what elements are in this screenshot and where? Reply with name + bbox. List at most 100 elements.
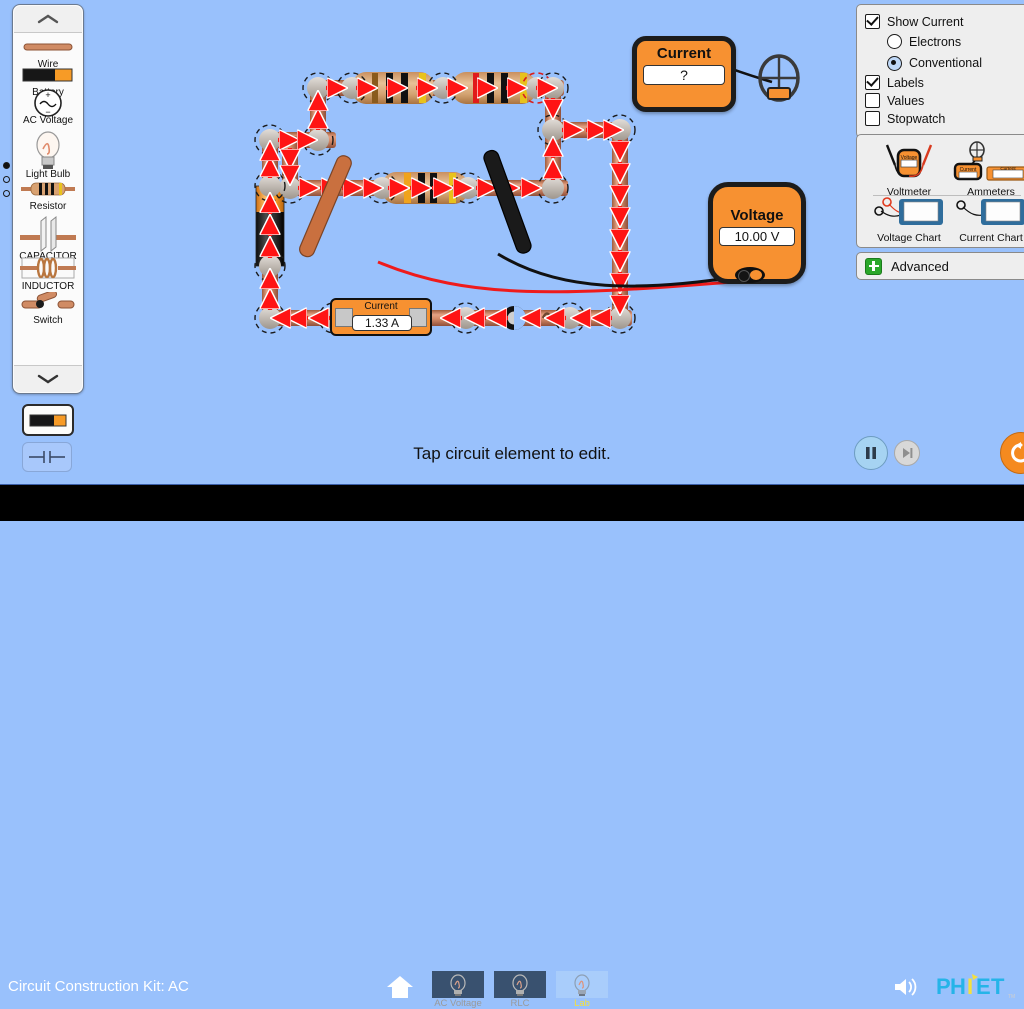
svg-text:Current: Current [960, 167, 977, 173]
noncontact-ammeter[interactable]: Current ? [632, 36, 736, 112]
toolbox-ammeters[interactable]: Current Current Ammeters [949, 141, 1024, 198]
reset-icon [1011, 442, 1024, 463]
toolbox-current-chart[interactable]: Current Chart [953, 197, 1024, 244]
show-current-checkbox-row[interactable]: Show Current [865, 14, 1024, 29]
current-chart-label: Current Chart [959, 232, 1023, 244]
resistor-top-right[interactable] [452, 72, 536, 104]
view-mode-toggle[interactable] [22, 404, 74, 478]
carousel-item-list: Wire Battery + − AC Voltage [13, 33, 83, 365]
home-button[interactable] [386, 975, 414, 1004]
carousel-up-button[interactable] [14, 6, 82, 33]
sound-toggle-button[interactable] [893, 977, 919, 1002]
battery-icon [13, 61, 83, 89]
series-ammeter[interactable]: Current 1.33 A [330, 298, 432, 336]
noncontact-ammeter-readout: ? [643, 65, 725, 85]
light-bulb-icon [432, 971, 484, 998]
voltage-chart-icon [874, 197, 943, 225]
advanced-accordion[interactable]: Advanced [856, 252, 1024, 280]
svg-text:TM: TM [1008, 994, 1015, 1000]
page-dot-3[interactable] [3, 190, 10, 197]
phet-logo[interactable]: P H I E T TM [936, 974, 1016, 1005]
voltmeter-probe-socket [735, 267, 765, 283]
chevron-down-icon [37, 374, 59, 384]
element-carousel[interactable]: Wire Battery + − AC Voltage [12, 4, 84, 394]
stopwatch-checkbox[interactable] [865, 111, 880, 126]
navigation-bar[interactable]: Circuit Construction Kit: AC AC Voltage … [0, 484, 1024, 1009]
screen-tab-label: Lab [574, 998, 590, 1009]
screen-tab-label: RLC [510, 998, 530, 1009]
voltmeter-black-probe[interactable] [482, 149, 743, 288]
conventional-radio-row[interactable]: Conventional [887, 54, 1024, 72]
labels-checkbox-row[interactable]: Labels [865, 75, 1024, 90]
lifelike-view-button[interactable] [22, 404, 74, 436]
values-checkbox[interactable] [865, 93, 880, 108]
noncontact-ammeter-title: Current [656, 45, 712, 62]
display-options-panel[interactable]: Show Current Electrons Conventional Labe… [856, 4, 1024, 138]
ac-voltage-icon: + − [13, 89, 83, 117]
sim-stage: Wire Battery + − AC Voltage [0, 0, 1024, 1009]
svg-text:H: H [950, 974, 966, 999]
toolbox-voltmeter[interactable]: Voltage Voltmeter [873, 141, 945, 198]
labels-label: Labels [887, 75, 924, 90]
screen-tab-label: AC Voltage [434, 998, 482, 1009]
svg-text:T: T [991, 974, 1005, 999]
screen-tab-lab[interactable]: Lab [556, 971, 608, 1009]
screen-tab-rlc[interactable]: RLC [494, 971, 546, 1009]
voltmeter-icon: Voltage [885, 144, 933, 178]
show-current-label: Show Current [887, 14, 964, 29]
pause-button[interactable] [854, 436, 888, 470]
values-label: Values [887, 93, 925, 108]
sim-title: Circuit Construction Kit: AC [8, 978, 189, 995]
electrons-label: Electrons [909, 34, 962, 49]
screen-tab-ac-voltage[interactable]: AC Voltage [432, 971, 484, 1009]
light-bulb-icon [494, 971, 546, 998]
svg-text:P: P [936, 974, 951, 999]
pause-icon [866, 447, 876, 459]
sensor-toolbox[interactable]: Voltage Voltmeter Current Current Ammete… [856, 134, 1024, 248]
page-dot-1[interactable] [3, 162, 10, 169]
chevron-up-icon [37, 14, 59, 24]
carousel-item-ac-voltage[interactable]: + − AC Voltage [13, 89, 83, 126]
carousel-down-button[interactable] [14, 365, 82, 392]
plus-icon[interactable] [865, 257, 882, 275]
light-bulb-icon [13, 129, 83, 171]
electrons-radio[interactable] [887, 34, 902, 49]
conventional-radio[interactable] [887, 55, 902, 71]
svg-text:Current: Current [1000, 166, 1016, 171]
wire-icon [13, 33, 83, 61]
carousel-label: Switch [33, 315, 63, 326]
ammeter-icon: Current Current [953, 141, 1024, 181]
switch-icon [13, 289, 83, 317]
electrons-radio-row[interactable]: Electrons [887, 32, 1024, 51]
capacitor-icon [13, 215, 83, 253]
sound-icon [895, 978, 917, 996]
resistor-icon [13, 175, 83, 203]
svg-text:+: + [45, 90, 50, 100]
svg-text:E: E [976, 974, 991, 999]
labels-checkbox[interactable] [865, 75, 880, 90]
stopwatch-label: Stopwatch [887, 111, 946, 126]
show-current-checkbox[interactable] [865, 14, 880, 29]
toolbox-voltage-chart[interactable]: Voltage Chart [871, 197, 947, 244]
carousel-label: AC Voltage [22, 115, 74, 126]
page-dot-2[interactable] [3, 176, 10, 183]
carousel-item-resistor[interactable]: Resistor [13, 175, 83, 212]
step-forward-icon [903, 448, 913, 458]
carousel-item-inductor[interactable]: INDUCTOR [13, 253, 83, 292]
voltmeter[interactable]: Voltage 10.00 V [708, 182, 806, 284]
carousel-item-switch[interactable]: Switch [13, 289, 83, 326]
svg-text:Voltage: Voltage [901, 155, 918, 161]
values-checkbox-row[interactable]: Values [865, 93, 1024, 108]
svg-text:I: I [967, 974, 973, 999]
ammeter-left-terminal [335, 308, 353, 327]
conventional-label: Conventional [909, 56, 982, 70]
voltmeter-readout: 10.00 V [719, 227, 795, 246]
battery-icon [29, 414, 67, 426]
light-bulb-icon [556, 971, 608, 998]
carousel-item-light-bulb[interactable]: Light Bulb [13, 129, 83, 180]
carousel-page-dots[interactable] [2, 155, 11, 204]
step-forward-button[interactable] [894, 440, 920, 466]
voltage-chart-label: Voltage Chart [877, 232, 941, 244]
current-chart-icon [956, 199, 1024, 225]
stopwatch-checkbox-row[interactable]: Stopwatch [865, 111, 1024, 126]
